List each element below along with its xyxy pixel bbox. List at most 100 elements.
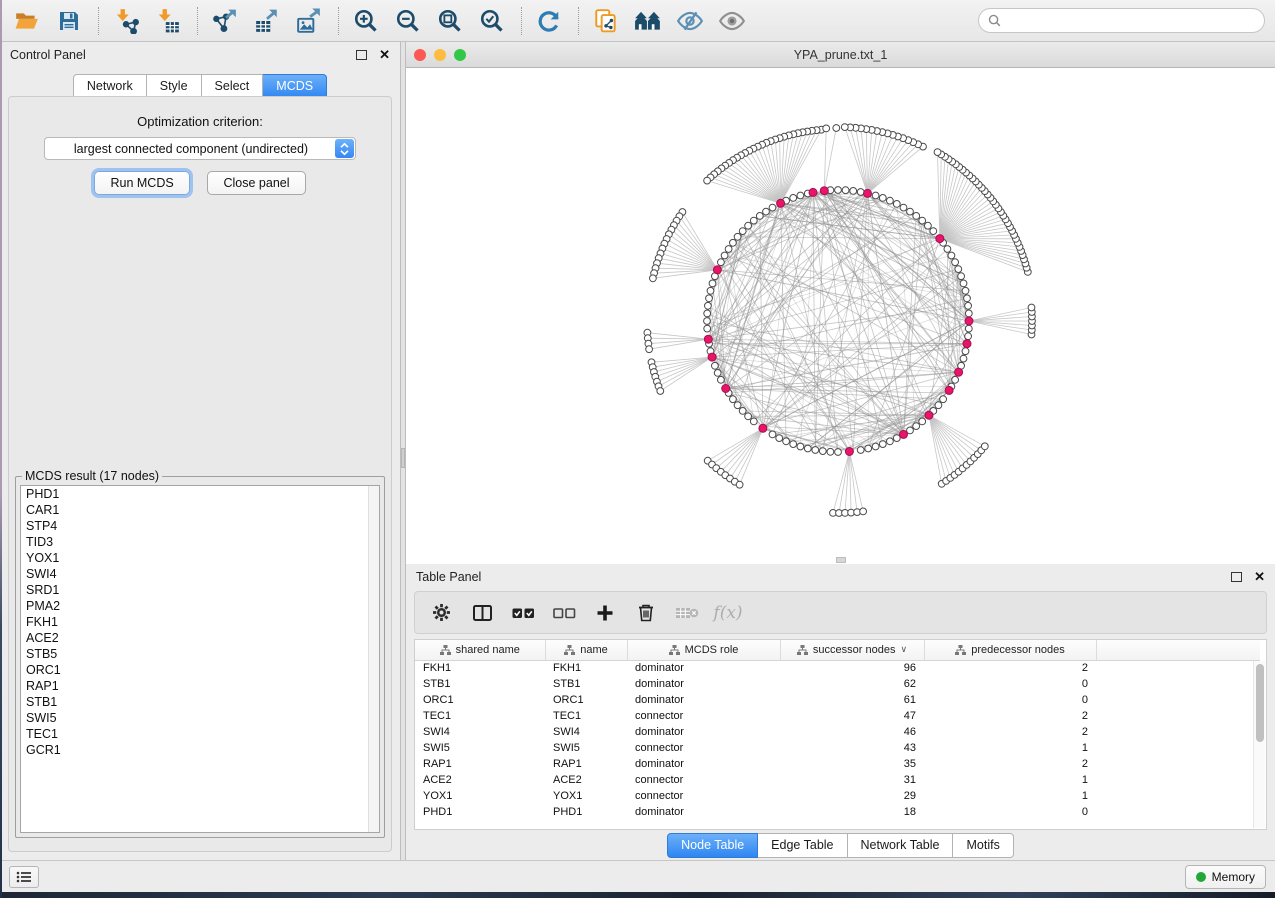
import-table-file-icon[interactable] — [151, 5, 185, 37]
list-item[interactable]: PHD1 — [21, 486, 379, 502]
tab-motifs[interactable]: Motifs — [953, 833, 1013, 858]
list-scrollbar[interactable] — [368, 486, 379, 832]
table-row[interactable]: STB1STB1dominator620 — [415, 676, 1260, 692]
function-builder-icon[interactable]: f(x) — [716, 601, 740, 625]
export-network-icon[interactable] — [208, 5, 242, 37]
memory-label: Memory — [1212, 870, 1255, 884]
first-neighbors-icon[interactable] — [631, 5, 665, 37]
mcds-result-list[interactable]: PHD1CAR1STP4TID3YOX1SWI4SRD1PMA2FKH1ACE2… — [20, 485, 380, 833]
table-row[interactable]: SWI4SWI4dominator462 — [415, 724, 1260, 740]
list-item[interactable]: FKH1 — [21, 614, 379, 630]
list-item[interactable]: PMA2 — [21, 598, 379, 614]
canvas-resize-grip[interactable] — [836, 557, 846, 563]
run-mcds-button[interactable]: Run MCDS — [94, 171, 189, 195]
close-panel-button[interactable]: Close panel — [207, 171, 305, 195]
list-item[interactable]: SWI5 — [21, 710, 379, 726]
attribute-type-icon — [955, 645, 966, 655]
network-title: YPA_prune.txt_1 — [406, 48, 1275, 62]
list-item[interactable]: TEC1 — [21, 726, 379, 742]
list-item[interactable]: STB5 — [21, 646, 379, 662]
column-header-shared-name[interactable]: shared name — [415, 640, 545, 660]
close-panel-icon[interactable]: ✕ — [1254, 572, 1265, 582]
search-input[interactable] — [1007, 14, 1255, 28]
list-item[interactable]: ACE2 — [21, 630, 379, 646]
network-graph[interactable] — [406, 68, 1275, 564]
attribute-type-icon — [669, 645, 680, 655]
memory-button[interactable]: Memory — [1185, 865, 1266, 889]
optimization-criterion-select[interactable]: largest connected component (undirected) — [44, 137, 356, 160]
table-scrollbar[interactable] — [1253, 661, 1265, 828]
save-session-icon[interactable] — [52, 5, 86, 37]
zoom-fit-content-icon[interactable] — [433, 5, 467, 37]
toolbar-separator — [338, 7, 339, 35]
application-window: Control Panel ✕ NetworkStyleSelectMCDS O… — [0, 0, 1275, 898]
import-network-file-icon[interactable] — [109, 5, 143, 37]
column-header-MCDS-role[interactable]: MCDS role — [627, 640, 780, 660]
column-header-name[interactable]: name — [545, 640, 627, 660]
scrollbar-thumb[interactable] — [1256, 664, 1264, 742]
list-item[interactable]: RAP1 — [21, 678, 379, 694]
search-box[interactable] — [978, 8, 1265, 33]
network-canvas[interactable] — [406, 68, 1275, 564]
attribute-type-icon — [440, 645, 451, 655]
optimization-criterion-label: Optimization criterion: — [9, 114, 391, 129]
list-item[interactable]: TID3 — [21, 534, 379, 550]
status-bar: Memory — [0, 860, 1275, 892]
zoom-selected-region-icon[interactable] — [475, 5, 509, 37]
table-panel: Table Panel ✕ — [406, 564, 1275, 860]
list-item[interactable]: SWI4 — [21, 566, 379, 582]
close-panel-icon[interactable]: ✕ — [379, 50, 390, 60]
table-row[interactable]: YOX1YOX1connector291 — [415, 788, 1260, 804]
table-row[interactable]: PHD1PHD1dominator180 — [415, 804, 1260, 820]
tab-node-table[interactable]: Node Table — [667, 833, 758, 858]
tab-network-table[interactable]: Network Table — [848, 833, 954, 858]
show-all-icon[interactable] — [715, 5, 749, 37]
deselect-all-checkboxes-icon[interactable] — [552, 601, 576, 625]
column-header-predecessor-nodes[interactable]: predecessor nodes — [924, 640, 1096, 660]
list-item[interactable]: ORC1 — [21, 662, 379, 678]
table-options-gear-icon[interactable] — [429, 601, 453, 625]
memory-status-icon — [1196, 872, 1206, 882]
list-item[interactable]: STP4 — [21, 518, 379, 534]
list-item[interactable]: GCR1 — [21, 742, 379, 758]
table-panel-title: Table Panel — [416, 570, 481, 584]
add-column-icon[interactable] — [593, 601, 617, 625]
attribute-type-icon — [564, 645, 575, 655]
table-row[interactable]: TEC1TEC1connector472 — [415, 708, 1260, 724]
zoom-out-icon[interactable] — [391, 5, 425, 37]
select-all-checkboxes-icon[interactable] — [511, 601, 535, 625]
selected-option: largest connected component (undirected) — [45, 142, 355, 156]
delete-table-icon[interactable] — [675, 601, 699, 625]
apply-preferred-layout-icon[interactable] — [532, 5, 566, 37]
table-row[interactable]: FKH1FKH1dominator962 — [415, 660, 1260, 676]
table-tabbar: Node TableEdge TableNetwork TableMotifs — [667, 833, 1014, 858]
hide-selected-icon[interactable] — [673, 5, 707, 37]
table-row[interactable]: RAP1RAP1dominator352 — [415, 756, 1260, 772]
export-table-icon[interactable] — [250, 5, 284, 37]
zoom-in-icon[interactable] — [349, 5, 383, 37]
table-row[interactable]: ORC1ORC1dominator610 — [415, 692, 1260, 708]
window-left-border — [0, 0, 2, 898]
export-image-icon[interactable] — [292, 5, 326, 37]
list-item[interactable]: YOX1 — [21, 550, 379, 566]
open-file-icon[interactable] — [10, 5, 44, 37]
list-item[interactable]: CAR1 — [21, 502, 379, 518]
splitter-grip[interactable] — [401, 448, 405, 468]
tab-edge-table[interactable]: Edge Table — [758, 833, 847, 858]
toolbar-separator — [197, 7, 198, 35]
column-header-successor-nodes[interactable]: successor nodes∨ — [780, 640, 924, 660]
network-view-window: YPA_prune.txt_1 — [406, 42, 1275, 564]
delete-column-icon[interactable] — [634, 601, 658, 625]
new-network-from-selection-icon[interactable] — [589, 5, 623, 37]
list-item[interactable]: SRD1 — [21, 582, 379, 598]
table-row[interactable]: SWI5SWI5connector431 — [415, 740, 1260, 756]
table-row[interactable]: ACE2ACE2connector311 — [415, 772, 1260, 788]
desktop-wallpaper-strip — [0, 892, 1275, 898]
show-columns-icon[interactable] — [470, 601, 494, 625]
mcds-result-group: MCDS result (17 nodes) PHD1CAR1STP4TID3Y… — [15, 469, 385, 838]
list-item[interactable]: STB1 — [21, 694, 379, 710]
float-panel-icon[interactable] — [356, 50, 367, 60]
float-panel-icon[interactable] — [1231, 572, 1242, 582]
show-panels-menu-button[interactable] — [9, 866, 39, 888]
mcds-result-title: MCDS result (17 nodes) — [22, 469, 162, 483]
